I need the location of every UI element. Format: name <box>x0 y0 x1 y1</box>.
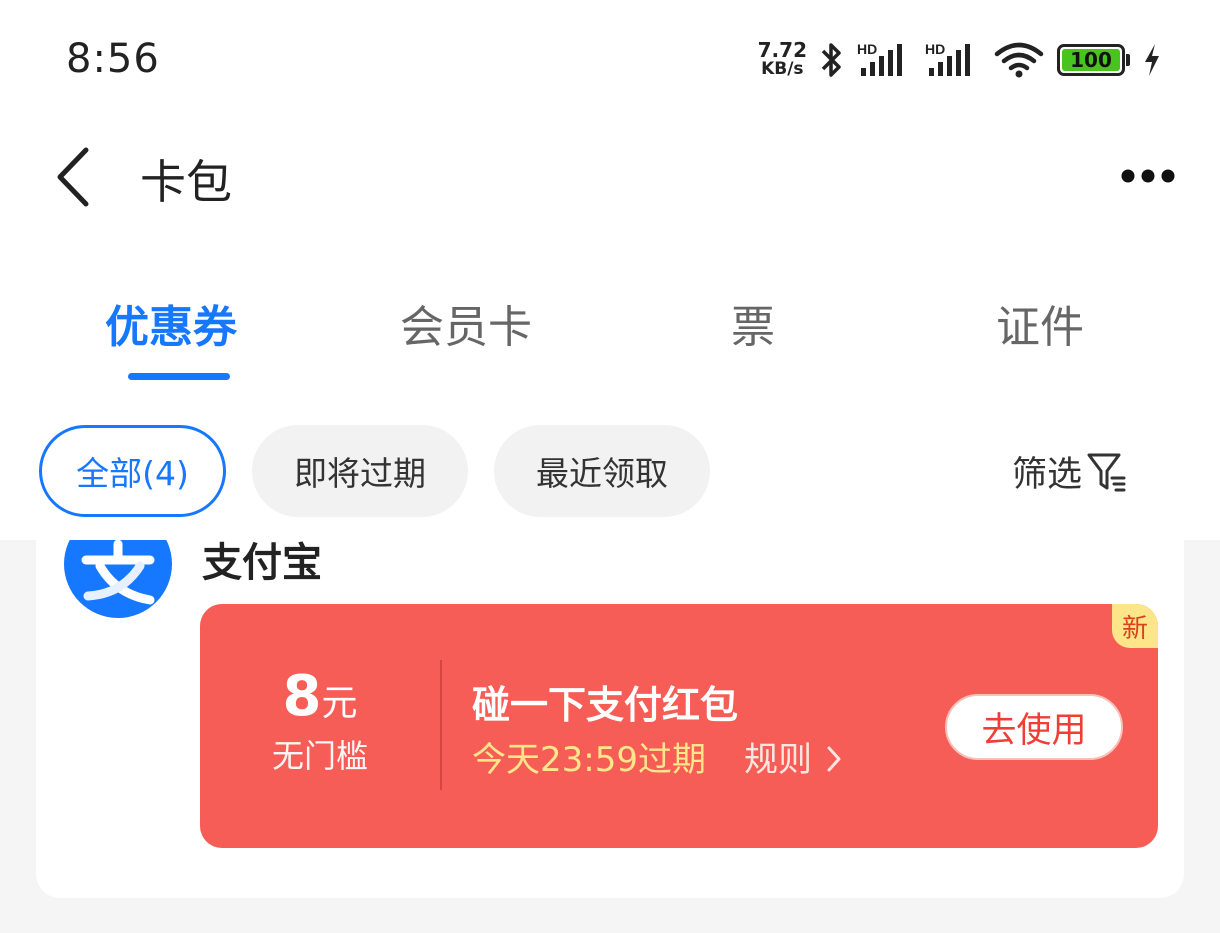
status-bar: 8:56 7.72 KB/s HD HD 100 <box>0 0 1220 120</box>
filter-bar: 全部(4) 即将过期 最近领取 筛选 <box>0 410 1220 540</box>
tab-bar: 优惠券 会员卡 票 证件 <box>0 235 1220 410</box>
coupon-title: 碰一下支付红包 <box>472 683 739 727</box>
battery-icon: 100 <box>1057 44 1130 76</box>
use-coupon-button[interactable]: 去使用 <box>945 694 1123 760</box>
hd-signal-icon: HD <box>925 41 970 76</box>
filter-chip-expiring[interactable]: 即将过期 <box>252 425 468 517</box>
chevron-left-icon[interactable] <box>50 144 100 210</box>
coupon-divider <box>440 660 442 790</box>
tab-membership-cards[interactable]: 会员卡 <box>400 291 532 355</box>
coupon-amount: 8元 无门槛 <box>240 664 400 777</box>
coupon-expire: 今天23:59过期 <box>472 740 706 780</box>
new-badge: 新 <box>1112 604 1158 648</box>
screen: 8:56 7.72 KB/s HD HD 100 卡包 优惠券 会员卡 票 证件… <box>0 0 1220 933</box>
tab-tickets[interactable]: 票 <box>731 291 775 355</box>
tab-coupons[interactable]: 优惠券 <box>105 291 237 355</box>
coupon-amount-unit: 元 <box>321 683 358 724</box>
coupon-rules-link[interactable]: 规则 <box>744 732 845 781</box>
filter-chip-all[interactable]: 全部(4) <box>39 425 226 517</box>
net-speed: 7.72 KB/s <box>757 38 807 79</box>
coupon-amount-value: 8 <box>282 664 322 729</box>
net-speed-value: 7.72 <box>757 38 807 62</box>
bluetooth-icon <box>821 43 841 77</box>
funnel-icon <box>1087 453 1126 491</box>
charging-icon <box>1145 44 1159 76</box>
coupon-group-card: 支付宝 新 8元 无门槛 碰一下支付红包 今天23:59过期 规则 去使用 <box>36 490 1184 898</box>
tab-documents[interactable]: 证件 <box>996 291 1084 355</box>
wifi-icon <box>994 42 1044 78</box>
nav-bar: 卡包 <box>0 120 1220 235</box>
battery-level: 100 <box>1062 48 1120 72</box>
hd-signal-icon: HD <box>857 41 902 76</box>
filter-chip-recent[interactable]: 最近领取 <box>494 425 710 517</box>
net-speed-unit: KB/s <box>761 59 804 79</box>
status-icons: 7.72 KB/s HD HD 100 <box>758 38 1162 82</box>
coupon-condition: 无门槛 <box>271 737 368 775</box>
svg-text:HD: HD <box>925 41 945 57</box>
more-dots-icon[interactable] <box>1118 158 1178 194</box>
tab-active-indicator <box>128 373 230 380</box>
chevron-right-icon <box>827 746 841 772</box>
filter-button[interactable]: 筛选 <box>1012 446 1128 497</box>
coupon-card[interactable]: 新 8元 无门槛 碰一下支付红包 今天23:59过期 规则 去使用 <box>200 604 1158 848</box>
coupon-rules-label: 规则 <box>744 740 812 780</box>
filter-label: 筛选 <box>1012 455 1083 495</box>
svg-text:HD: HD <box>857 41 877 57</box>
status-time: 8:56 <box>66 36 160 82</box>
page-title: 卡包 <box>140 155 232 209</box>
